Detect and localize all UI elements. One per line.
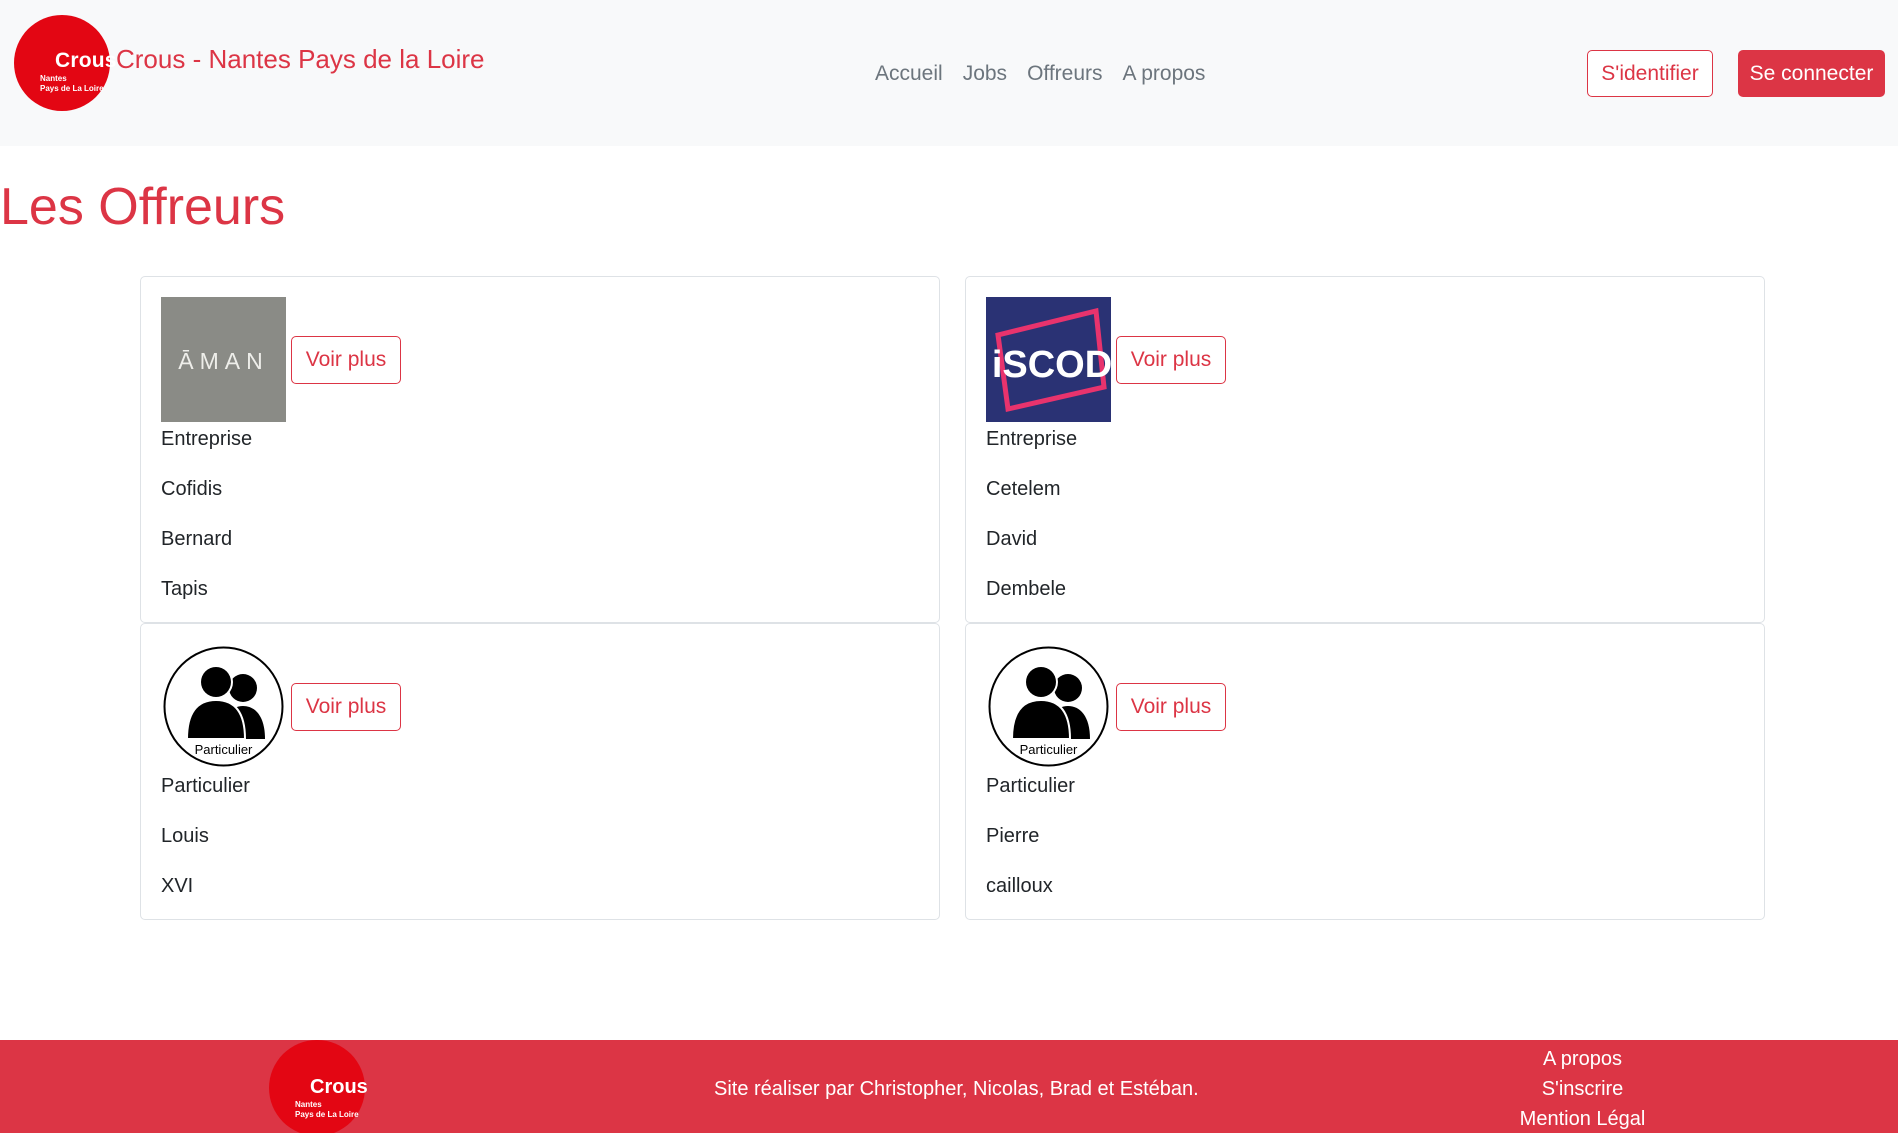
- offreur-lastname: cailloux: [986, 875, 1053, 897]
- navbar: Crous Nantes Pays de La Loire Crous - Na…: [0, 0, 1898, 146]
- particulier-avatar-image: Particulier: [161, 644, 286, 769]
- logo-word: Crous: [310, 1076, 368, 1098]
- logo-subtitle-line2: Pays de La Loire: [295, 1110, 359, 1119]
- logo-subtitle-line2: Pays de La Loire: [40, 84, 104, 93]
- page-title: Les Offreurs: [0, 178, 286, 236]
- offreur-type: Entreprise: [986, 428, 1078, 450]
- offreur-firstname: David: [986, 528, 1038, 550]
- iscod-logo-text: iSCOD: [992, 344, 1111, 386]
- aman-logo-image: ĀMAN: [161, 297, 286, 422]
- logo-subtitle-line1: Nantes: [40, 74, 67, 83]
- iscod-logo-image: iSCOD: [986, 297, 1111, 422]
- voir-plus-button[interactable]: Voir plus: [1116, 336, 1226, 384]
- logo-subtitle-line1: Nantes: [295, 1100, 322, 1109]
- offreur-lastname: XVI: [161, 875, 194, 897]
- footer-credits: Site réaliser par Christopher, Nicolas, …: [714, 1078, 1199, 1100]
- offreur-company: Cofidis: [161, 478, 223, 500]
- identify-button[interactable]: S'identifier: [1587, 50, 1713, 97]
- particulier-avatar-image: Particulier: [986, 644, 1111, 769]
- footer-link-mention-legal[interactable]: Mention Légal: [1480, 1104, 1685, 1133]
- voir-plus-button[interactable]: Voir plus: [291, 336, 401, 384]
- nav-link-jobs[interactable]: Jobs: [963, 62, 1007, 86]
- avatar-label: Particulier: [1020, 742, 1078, 757]
- voir-plus-button[interactable]: Voir plus: [1116, 683, 1226, 731]
- main-nav: Accueil Jobs Offreurs A propos: [875, 62, 1205, 86]
- offreur-company: Cetelem: [986, 478, 1061, 500]
- voir-plus-button[interactable]: Voir plus: [291, 683, 401, 731]
- brand-title[interactable]: Crous - Nantes Pays de la Loire: [116, 44, 485, 75]
- offreur-firstname: Pierre: [986, 825, 1040, 847]
- offreur-card: Particulier Voir plus Particulier Pierre…: [965, 623, 1765, 920]
- nav-link-offreurs[interactable]: Offreurs: [1027, 62, 1102, 86]
- aman-logo-text: ĀMAN: [178, 348, 268, 374]
- offreur-card: Particulier Voir plus Particulier Louis …: [140, 623, 940, 920]
- crous-logo[interactable]: Crous Nantes Pays de La Loire: [14, 15, 116, 111]
- nav-link-accueil[interactable]: Accueil: [875, 62, 943, 86]
- footer: Crous Nantes Pays de La Loire Site réali…: [0, 1040, 1898, 1133]
- offreur-type: Entreprise: [161, 428, 253, 450]
- offreur-type: Particulier: [161, 775, 250, 797]
- offreur-type: Particulier: [986, 775, 1075, 797]
- offreur-firstname: Louis: [161, 825, 209, 847]
- offreur-lastname: Tapis: [161, 578, 208, 600]
- avatar-label: Particulier: [195, 742, 253, 757]
- footer-link-a-propos[interactable]: A propos: [1480, 1044, 1685, 1074]
- offreur-card: iSCOD Voir plus Entreprise Cetelem David…: [965, 276, 1765, 623]
- offreur-card: ĀMAN Voir plus Entreprise Cofidis Bernar…: [140, 276, 940, 623]
- footer-crous-logo: Crous Nantes Pays de La Loire: [269, 1040, 368, 1133]
- offreur-lastname: Dembele: [986, 578, 1067, 600]
- logo-word: Crous: [55, 49, 117, 72]
- offreur-firstname: Bernard: [161, 528, 233, 550]
- nav-link-a-propos[interactable]: A propos: [1123, 62, 1206, 86]
- connect-button[interactable]: Se connecter: [1738, 50, 1885, 97]
- footer-links: A propos S'inscrire Mention Légal: [1480, 1044, 1685, 1133]
- footer-link-inscrire[interactable]: S'inscrire: [1480, 1074, 1685, 1104]
